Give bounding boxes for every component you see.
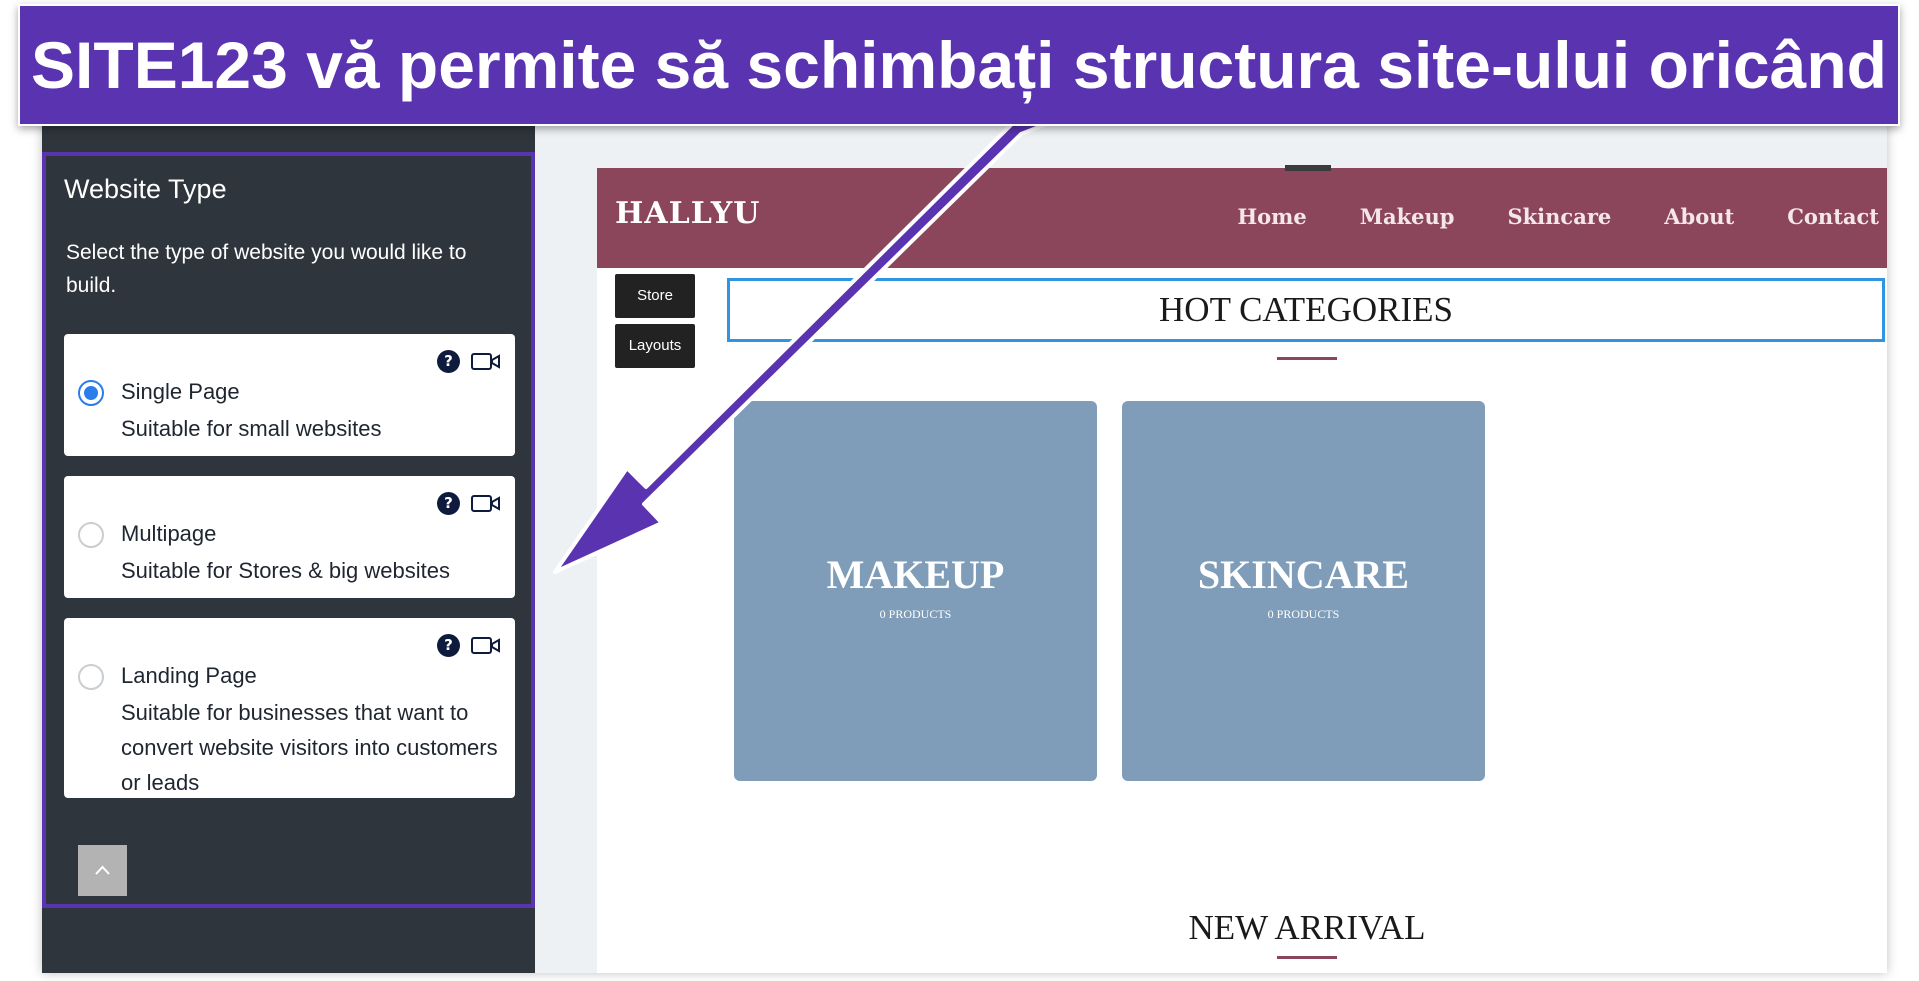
screenshot-frame: Website Type Select the type of website … — [42, 118, 1887, 973]
hot-categories-heading[interactable]: HOT CATEGORIES — [727, 278, 1885, 342]
site-nav: Home Makeup Skincare About Contact — [1237, 204, 1879, 229]
help-icon[interactable]: ? — [437, 634, 460, 657]
category-count: 0 PRODUCTS — [1267, 607, 1340, 621]
option-title: Landing Page — [121, 663, 257, 688]
scroll-top-button[interactable] — [78, 845, 127, 896]
heading-divider — [1277, 956, 1337, 959]
chevron-up-icon — [95, 865, 110, 875]
store-button[interactable]: Store — [615, 274, 695, 318]
option-description: Suitable for small websites — [121, 416, 382, 441]
category-count: 0 PRODUCTS — [879, 607, 952, 621]
option-single-page[interactable]: ? Single Page Suitable for small website… — [64, 334, 515, 456]
website-preview: HALLYU Home Makeup Skincare About Contac… — [597, 165, 1887, 973]
help-icon[interactable]: ? — [437, 492, 460, 515]
option-description: Suitable for businesses that want to con… — [121, 700, 498, 795]
category-name: MAKEUP — [826, 552, 1005, 597]
nav-contact[interactable]: Contact — [1787, 204, 1879, 229]
radio-landing-page[interactable] — [78, 664, 104, 690]
nav-makeup[interactable]: Makeup — [1360, 204, 1455, 229]
site-navbar: HALLYU Home Makeup Skincare About Contac… — [597, 165, 1887, 268]
video-icon[interactable] — [471, 636, 501, 655]
option-description: Suitable for Stores & big websites — [121, 558, 450, 583]
nav-skincare[interactable]: Skincare — [1507, 204, 1611, 229]
option-title: Single Page — [121, 379, 240, 404]
option-landing-page[interactable]: ? Landing Page Suitable for businesses t… — [64, 618, 515, 798]
website-type-panel: Website Type Select the type of website … — [42, 152, 535, 908]
nav-home[interactable]: Home — [1237, 204, 1306, 229]
panel-description: Select the type of website you would lik… — [66, 241, 467, 297]
video-icon[interactable] — [471, 494, 501, 513]
layouts-button[interactable]: Layouts — [615, 324, 695, 368]
radio-single-page[interactable] — [78, 380, 104, 406]
help-icon[interactable]: ? — [437, 350, 460, 373]
video-icon[interactable] — [471, 352, 501, 371]
category-name: SKINCARE — [1197, 552, 1410, 597]
caption-banner: SITE123 vă permite să schimbați structur… — [18, 4, 1900, 126]
radio-multipage[interactable] — [78, 522, 104, 548]
category-tile-makeup[interactable]: MAKEUP 0 PRODUCTS — [734, 401, 1097, 781]
option-multipage[interactable]: ? Multipage Suitable for Stores & big we… — [64, 476, 515, 598]
panel-title: Website Type — [64, 174, 227, 204]
category-tile-skincare[interactable]: SKINCARE 0 PRODUCTS — [1122, 401, 1485, 781]
site-logo[interactable]: HALLYU — [615, 196, 760, 231]
heading-divider — [1277, 357, 1337, 360]
new-arrival-heading: NEW ARRIVAL — [1188, 908, 1426, 947]
nav-about[interactable]: About — [1664, 204, 1734, 229]
option-title: Multipage — [121, 521, 217, 546]
navbar-handle[interactable] — [1285, 165, 1331, 171]
